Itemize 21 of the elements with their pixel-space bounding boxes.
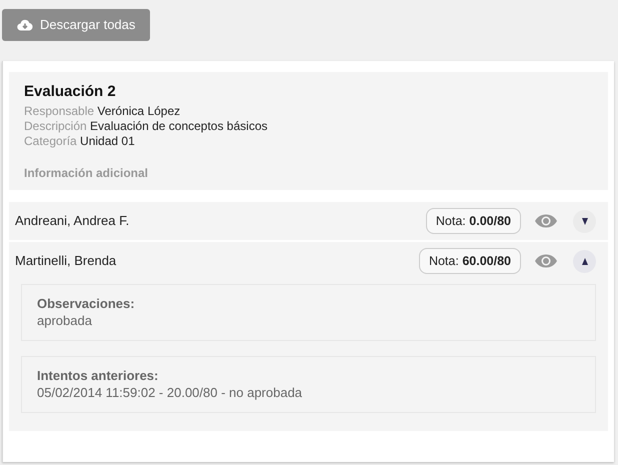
evaluation-field: Descripción Evaluación de conceptos básicos: [24, 119, 593, 134]
download-button[interactable]: Descargar todas: [2, 9, 150, 41]
cloud-download-icon: [17, 19, 33, 31]
evaluation-title: Evaluación 2: [24, 82, 117, 101]
grade-badge: Nota: 60.00/80: [418, 248, 521, 274]
grade-badge: Nota: 0.00/80: [426, 208, 521, 234]
caret-down-icon: [582, 218, 588, 224]
detail-text: aprobada: [37, 312, 93, 329]
detail-title: Observaciones:: [37, 295, 136, 312]
expand-toggle-button[interactable]: [573, 250, 596, 272]
eye-icon[interactable]: [534, 254, 558, 268]
caret-up-icon: [582, 258, 588, 264]
student-name: Andreani, Andrea F.: [15, 212, 130, 230]
evaluation-field: Responsable Verónica López: [24, 104, 593, 119]
evaluation-field: Categoría Unidad 01: [24, 134, 593, 149]
detail-text: 05/02/2014 11:59:02 - 20.00/80 - no aprobada: [37, 384, 304, 401]
detail-title: Intentos anteriores:: [37, 367, 160, 384]
expand-toggle-button[interactable]: [573, 210, 596, 232]
additional-info-label: Información adicional: [24, 165, 150, 182]
eye-icon[interactable]: [534, 214, 558, 228]
student-name: Martinelli, Brenda: [15, 252, 118, 270]
